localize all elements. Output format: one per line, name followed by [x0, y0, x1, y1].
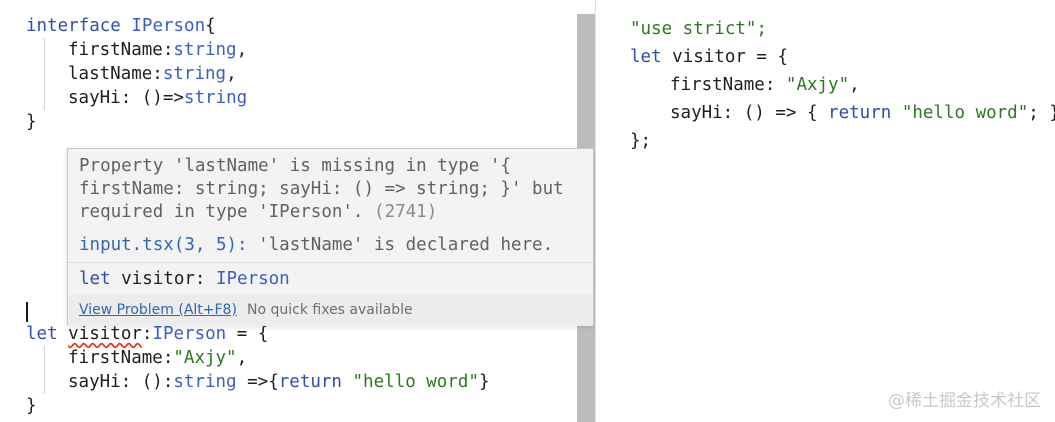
related-location-link[interactable]: input.tsx(3, 5):	[79, 235, 248, 255]
keyword: return	[828, 103, 892, 123]
type-name: string	[173, 372, 237, 392]
code-line[interactable]: sayHi: ():string =>{return "hello word"}	[26, 370, 490, 394]
javascript-output: "use strict"; let visitor = { firstName:…	[597, 0, 1055, 422]
string-literal: "use strict";	[630, 19, 767, 39]
keyword: let	[26, 324, 58, 344]
view-problem-link[interactable]: View Problem (Alt+F8)	[79, 302, 237, 318]
type-name: IPerson	[152, 324, 227, 344]
error-squiggle-variable[interactable]: visitor	[68, 324, 142, 344]
property-name: firstName	[68, 40, 163, 60]
type-name: string	[173, 40, 237, 60]
parens: ():	[141, 372, 174, 392]
watermark: @稀土掘金技术社区	[888, 391, 1041, 411]
comma: ,	[226, 64, 237, 84]
output-text: ; }	[1028, 103, 1055, 123]
text-cursor	[26, 302, 28, 322]
code-line[interactable]: }	[26, 110, 37, 134]
brace: }	[26, 396, 37, 416]
code-line[interactable]: interface IPerson{	[26, 14, 216, 38]
property-name: firstName	[68, 348, 163, 368]
error-message-line: required in type 'IPerson'.	[79, 202, 364, 222]
output-line: "use strict";	[630, 15, 767, 43]
error-code: (2741)	[374, 202, 438, 222]
keyword: interface	[26, 16, 121, 36]
interface-name: IPerson	[131, 16, 206, 36]
error-message: Property 'lastName' is missing in type '…	[79, 155, 584, 224]
error-message-line: Property 'lastName' is missing in type '…	[79, 156, 511, 176]
colon: :	[162, 40, 174, 60]
output-line: let visitor = {	[630, 43, 788, 71]
property-name: firstName:	[670, 75, 786, 95]
brace: }	[478, 372, 490, 392]
comma: ,	[849, 75, 860, 95]
string-literal: "Axjy"	[785, 75, 850, 95]
output-line: sayHi: () => { return "hello word"; }	[630, 99, 1055, 127]
code-line[interactable]: }	[26, 394, 37, 418]
property-name: sayHi	[68, 88, 121, 108]
output-text: visitor = {	[661, 47, 789, 67]
colon: :	[152, 64, 163, 84]
string-literal: "hello word"	[352, 372, 479, 392]
arrow: =>{	[236, 372, 279, 392]
comma: ,	[236, 40, 248, 60]
output-line: };	[630, 127, 651, 155]
colon: :	[141, 324, 153, 344]
property-name: sayHi	[68, 372, 121, 392]
code-line[interactable]: sayHi: ()=>string	[26, 86, 247, 110]
property-name: sayHi: () => {	[670, 103, 829, 123]
signature-name: visitor:	[110, 269, 216, 289]
keyword: let	[630, 47, 662, 67]
colon: :	[120, 372, 142, 392]
error-hover-tooltip: Property 'lastName' is missing in type '…	[67, 148, 594, 326]
type-signature: let visitor: IPerson	[79, 268, 290, 291]
type-name: IPerson	[215, 269, 290, 289]
keyword: let	[79, 269, 111, 289]
brace: }	[26, 112, 37, 132]
related-info: input.tsx(3, 5): 'lastName' is declared …	[79, 234, 553, 257]
brace: {	[205, 16, 216, 36]
code-line[interactable]: firstName:string,	[26, 38, 247, 62]
related-text: 'lastName' is declared here.	[247, 235, 554, 255]
arrow-signature: ()=>	[141, 88, 184, 108]
type-name: string	[162, 64, 227, 84]
output-line: firstName: "Axjy",	[630, 71, 860, 99]
no-quick-fixes-label: No quick fixes available	[247, 302, 413, 318]
comma: ,	[236, 348, 248, 368]
typescript-editor[interactable]: interface IPerson{ firstName:string, las…	[0, 0, 596, 422]
string-literal: "hello word"	[901, 103, 1029, 123]
code-line[interactable]: lastName:string,	[26, 62, 237, 86]
keyword: return	[278, 372, 342, 392]
assignment: = {	[226, 324, 269, 344]
error-message-line: firstName: string; sayHi: () => string; …	[79, 179, 564, 199]
divider	[68, 262, 593, 263]
type-name: string	[183, 88, 248, 108]
colon: :	[162, 348, 174, 368]
string-literal: "Axjy"	[173, 348, 237, 368]
code-line[interactable]: firstName:"Axjy",	[26, 346, 247, 370]
property-name: lastName	[68, 64, 153, 84]
output-text: };	[630, 131, 652, 151]
colon: :	[120, 88, 142, 108]
hover-status-bar: View Problem (Alt+F8) No quick fixes ava…	[68, 295, 593, 326]
